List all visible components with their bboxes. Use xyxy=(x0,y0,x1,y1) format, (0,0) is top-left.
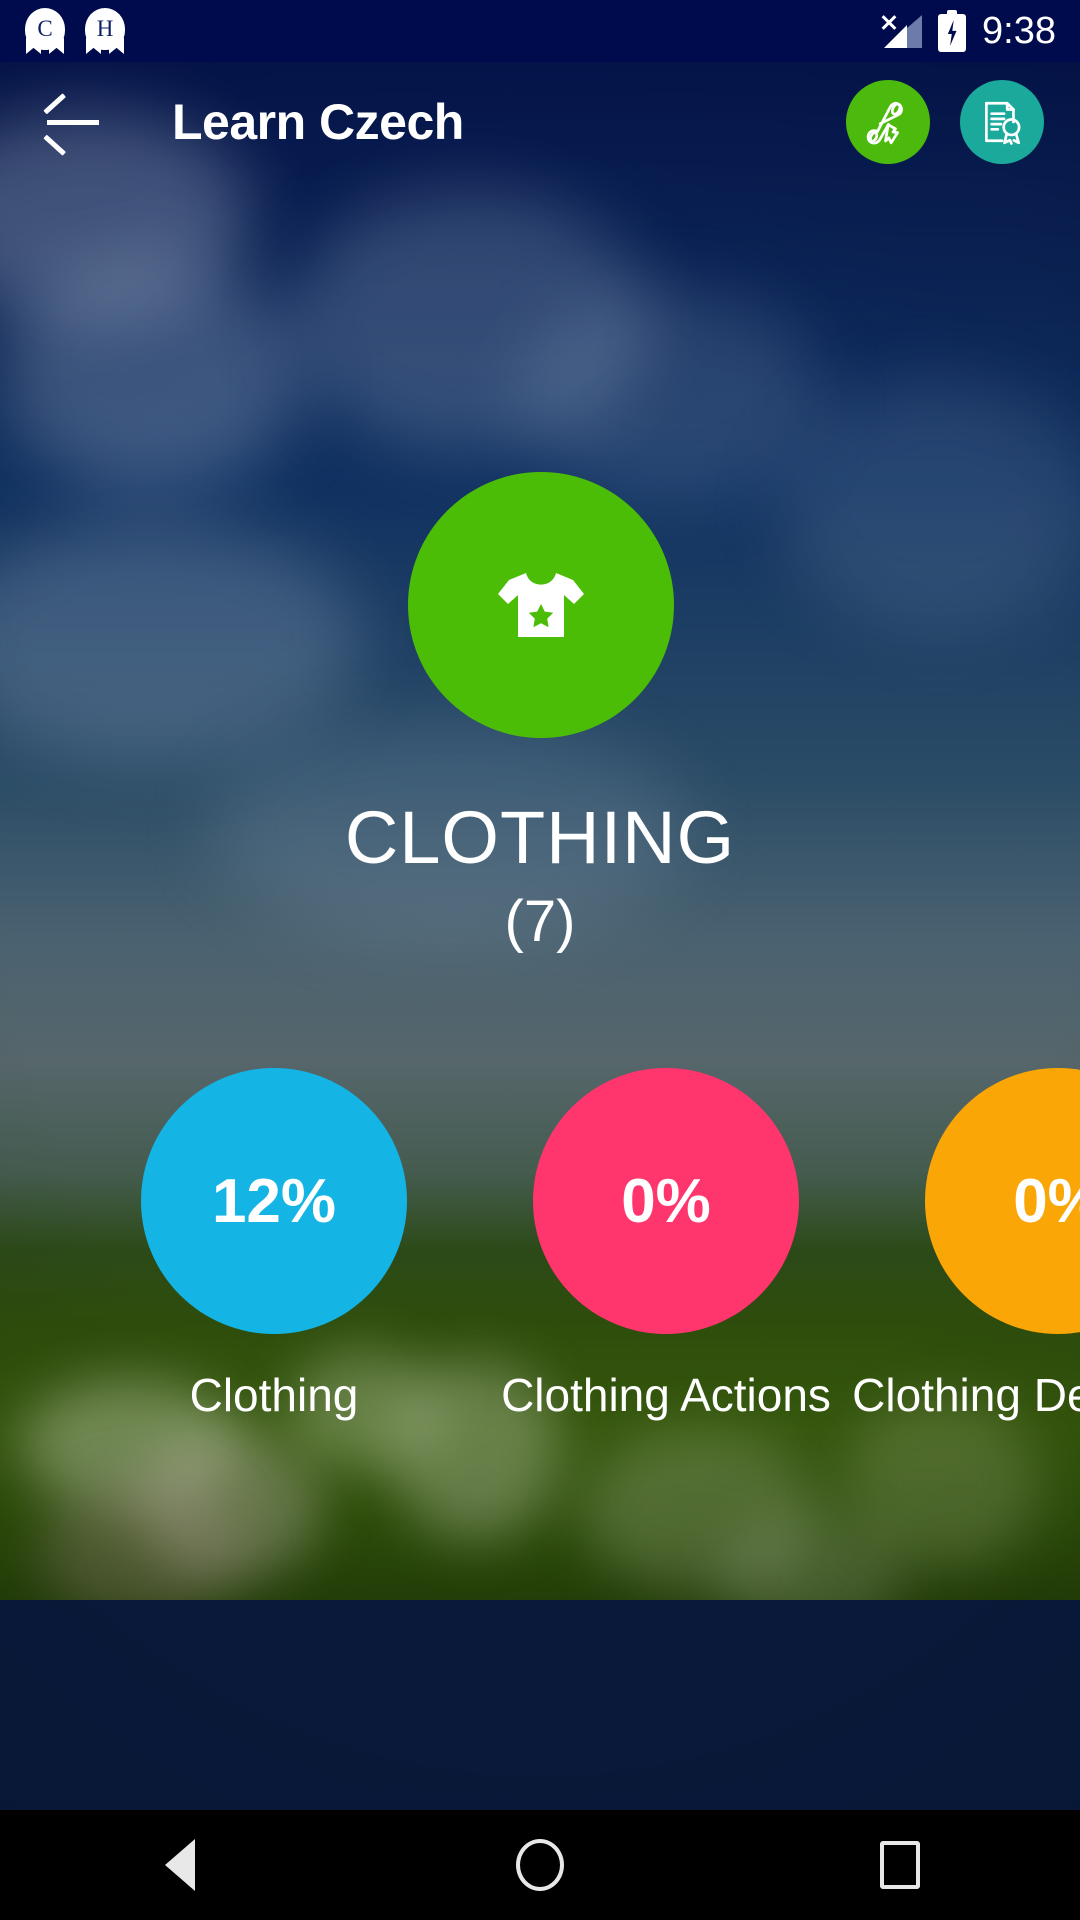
status-bar: C H 9:38 xyxy=(0,0,1080,62)
nav-recents-icon xyxy=(880,1841,920,1889)
award-badge-icon: H xyxy=(82,8,128,54)
nav-back-icon xyxy=(165,1839,195,1891)
lesson-carousel[interactable]: 12% Clothing 0% Clothing Actions 0% Clot… xyxy=(0,1068,1080,1468)
nav-home-button[interactable] xyxy=(360,1810,720,1920)
certificate-award-icon xyxy=(985,101,1021,145)
certificate-button[interactable] xyxy=(960,80,1044,164)
award-badge-letter: C xyxy=(37,16,53,41)
award-badge-icon: C xyxy=(22,8,68,54)
lesson-label: Clothing xyxy=(189,1369,359,1421)
lesson-track: 12% Clothing 0% Clothing Actions 0% Clot… xyxy=(0,1068,1080,1422)
lesson-progress-circle[interactable]: 0% xyxy=(925,1068,1080,1334)
no-sim-signal-icon xyxy=(878,11,923,51)
diploma-button[interactable] xyxy=(846,80,930,164)
nav-recents-button[interactable] xyxy=(720,1810,1080,1920)
status-notifications: C H xyxy=(0,8,128,54)
category-icon-button[interactable] xyxy=(408,472,674,738)
system-navigation-bar xyxy=(0,1810,1080,1920)
lesson-percent: 0% xyxy=(621,1166,711,1236)
nav-back-button[interactable] xyxy=(0,1810,360,1920)
diploma-scroll-icon xyxy=(866,101,903,145)
award-badge-letter: H xyxy=(96,16,114,41)
lesson-percent: 12% xyxy=(211,1166,337,1236)
status-system-icons: 9:38 xyxy=(878,10,1080,53)
back-button[interactable] xyxy=(22,72,122,172)
tshirt-star-icon xyxy=(498,573,584,637)
arrow-left-icon xyxy=(43,93,101,156)
category-count: (7) xyxy=(504,889,576,954)
lesson-label: Clothing Actions xyxy=(501,1369,831,1421)
nav-home-icon xyxy=(516,1839,564,1891)
app-bar-actions xyxy=(846,80,1080,164)
lesson-item[interactable]: 0% Clothing Description xyxy=(852,1068,1080,1422)
lesson-label: Clothing Description xyxy=(852,1369,1080,1421)
page-title: Learn Czech xyxy=(172,94,464,150)
category-title: CLOTHING xyxy=(344,796,736,879)
background-vignette xyxy=(0,0,1080,1920)
lesson-item[interactable]: 0% Clothing Actions xyxy=(470,1068,862,1422)
battery-charging-icon xyxy=(938,10,967,52)
lesson-progress-circle[interactable]: 12% xyxy=(141,1068,407,1334)
lesson-progress-circle[interactable]: 0% xyxy=(533,1068,799,1334)
status-clock: 9:38 xyxy=(982,9,1056,52)
app-bar: Learn Czech xyxy=(0,62,1080,182)
lesson-item[interactable]: 12% Clothing xyxy=(78,1068,470,1422)
lesson-percent: 0% xyxy=(1013,1166,1080,1236)
